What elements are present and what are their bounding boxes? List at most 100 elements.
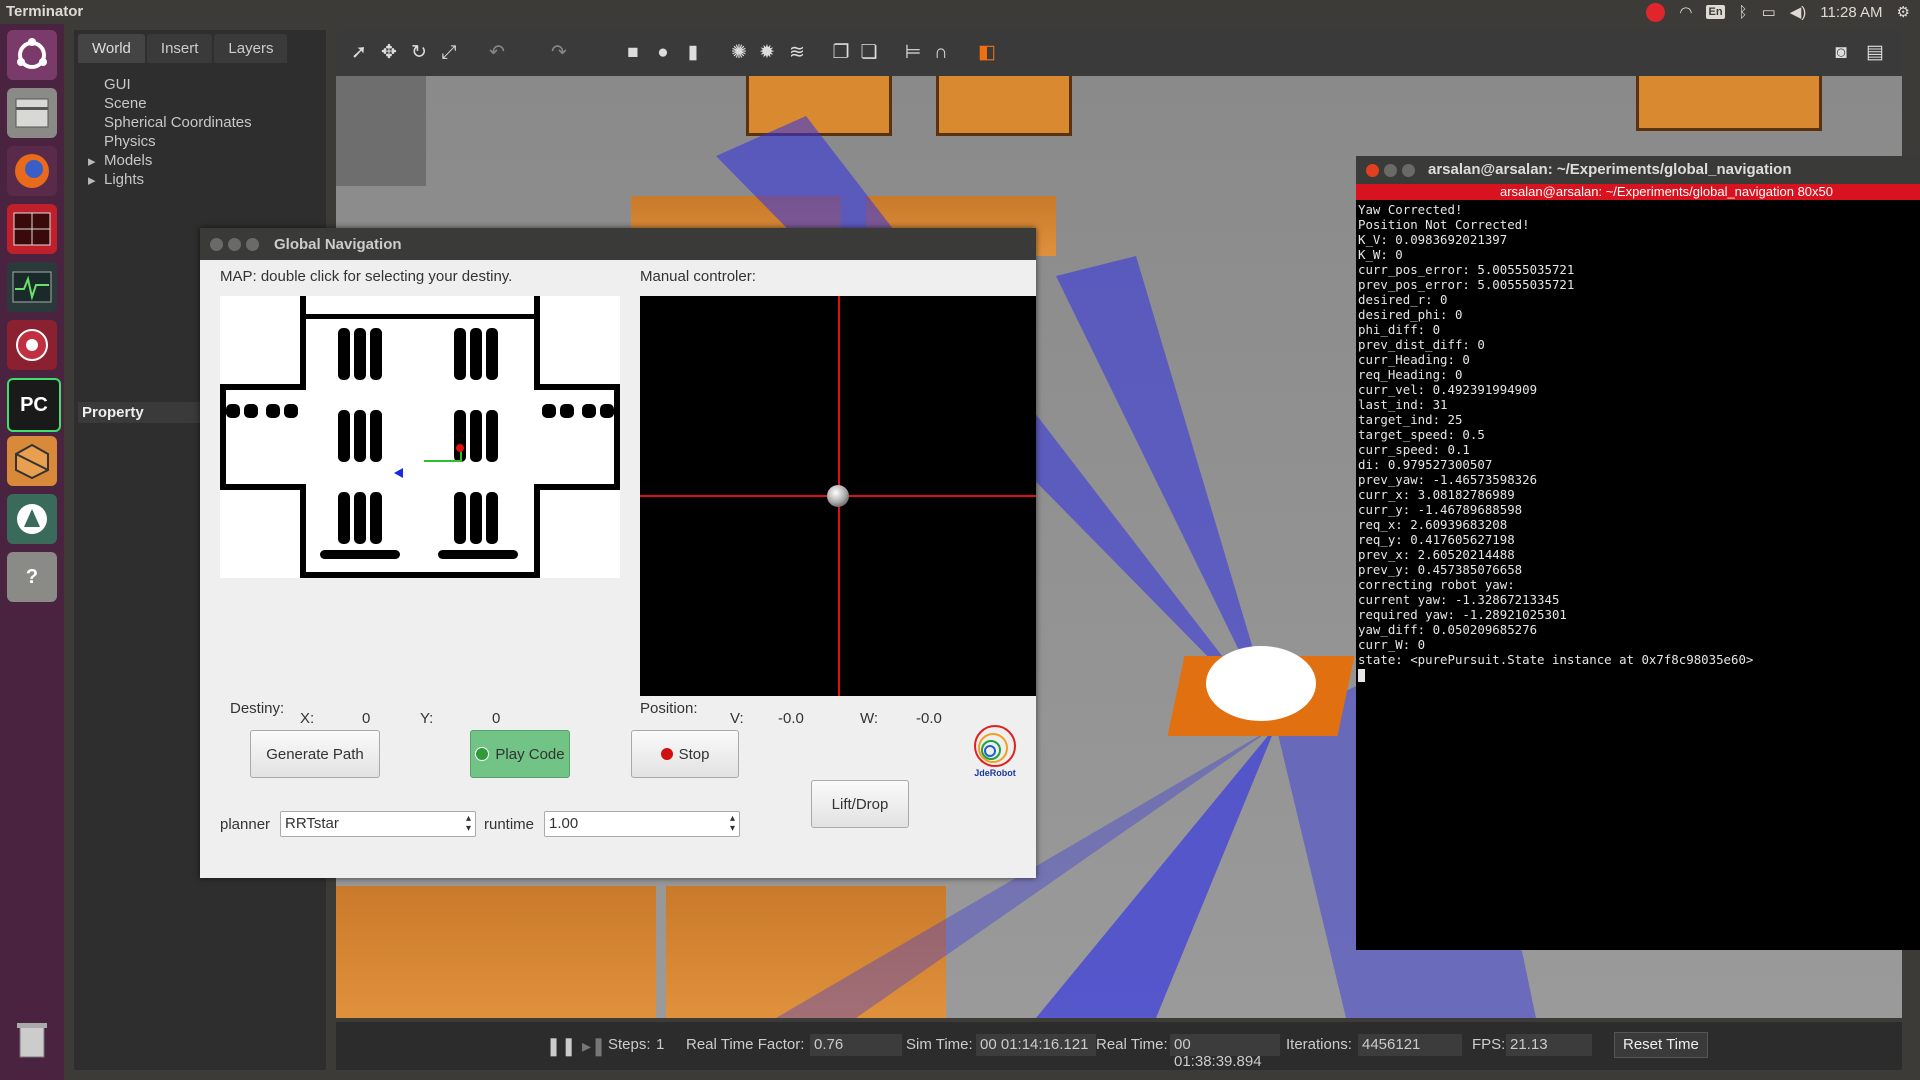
help-icon[interactable]: ? [7,552,57,602]
maximize-icon[interactable] [1402,164,1415,177]
tree-item-scene[interactable]: Scene [74,95,326,114]
terminal-window[interactable]: arsalan@arsalan: ~/Experiments/global_na… [1356,156,1920,950]
tab-layers[interactable]: Layers [214,34,288,63]
tree-item-spherical-coordinates[interactable]: Spherical Coordinates [74,114,326,133]
sphere-shape-icon[interactable]: ● [652,42,674,64]
battery-icon[interactable]: ▭ [1762,3,1776,21]
terminal-line: curr_Heading: 0 [1358,352,1470,367]
paste-icon[interactable]: ❏ [858,42,880,64]
terminal-line: di: 0.979527300507 [1358,457,1493,472]
terminal-line: prev_x: 2.60520214488 [1358,547,1515,562]
terminal-prompt-line [1358,667,1918,682]
minimize-icon[interactable] [228,238,241,251]
active-app-title: Terminator [6,3,84,20]
tree-item-gui[interactable]: GUI [74,76,326,95]
point-light-icon[interactable]: ✺ [728,42,750,64]
velocity-w-label: W: [860,710,879,727]
terminal-line: desired_r: 0 [1358,292,1448,307]
runtime-spinbox[interactable]: 1.00 ▴ ▾ [544,811,740,837]
gazebo-icon[interactable] [7,436,57,486]
jderobot-logo-text: JdeRobot [974,768,1016,778]
terminal-line: curr_x: 3.08182786989 [1358,487,1515,502]
steps-value[interactable]: 1 [656,1036,664,1053]
clock[interactable]: 11:28 AM [1820,4,1882,21]
stop-button[interactable]: Stop [631,730,739,778]
navigation-map[interactable] [220,296,620,578]
maximize-icon[interactable] [246,238,259,251]
spot-light-icon[interactable]: ✹ [756,42,778,64]
steps-label: Steps: [608,1036,651,1053]
robot-marker [394,468,403,478]
manual-controller-pad[interactable] [640,296,1036,696]
volume-icon[interactable]: ◀) [1790,3,1807,21]
trash-icon[interactable] [7,1014,57,1064]
generate-path-button[interactable]: Generate Path [250,730,380,778]
gnav-titlebar[interactable]: Global Navigation [200,228,1036,260]
tab-insert[interactable]: Insert [146,34,213,63]
sim-time-label: Sim Time: [906,1036,973,1053]
spin-arrows-icon[interactable]: ▴ ▾ [730,814,735,834]
keyboard-layout-indicator[interactable]: En [1706,5,1725,19]
snap-icon[interactable]: ∩ [930,42,952,64]
copy-icon[interactable]: ❐ [830,42,852,64]
jderobot-logo: JdeRobot [970,724,1020,780]
record-video-icon[interactable]: ▤ [1864,42,1886,64]
undo-icon[interactable]: ↶ [486,42,508,64]
redo-icon[interactable]: ↷ [548,42,570,64]
rtf-label: Real Time Factor: [686,1036,805,1053]
translate-mode-icon[interactable]: ✥ [378,42,400,64]
system-tray: ◠ En ᛒ ▭ ◀) 11:28 AM ⚙ [1646,0,1920,24]
files-icon[interactable] [7,88,57,138]
pycharm-icon[interactable]: PC [7,378,61,432]
rotate-mode-icon[interactable]: ↻ [408,42,430,64]
record-icon[interactable] [1646,2,1666,22]
terminator-icon[interactable] [7,204,57,254]
generate-path-label: Generate Path [266,745,364,763]
box-shape-icon[interactable]: ■ [622,42,644,64]
directional-light-icon[interactable]: ≋ [786,42,808,64]
system-monitor-icon[interactable] [7,262,57,312]
play-code-button[interactable]: Play Code [470,730,570,778]
scale-mode-icon[interactable]: ⤢ [438,42,460,64]
power-icon[interactable]: ⚙ [1897,3,1910,21]
terminal-line: correcting robot yaw: [1358,577,1515,592]
planner-select[interactable]: RRTstar ▴ ▾ [280,811,476,837]
terminal-line: curr_W: 0 [1358,637,1426,652]
terminal-titlebar[interactable]: arsalan@arsalan: ~/Experiments/global_na… [1356,156,1920,184]
lift-drop-label: Lift/Drop [831,795,889,813]
terminal-tab-bar[interactable]: arsalan@arsalan: ~/Experiments/global_na… [1356,184,1920,200]
align-icon[interactable]: ⊨ [902,42,924,64]
software-updater-icon[interactable] [7,494,57,544]
cylinder-shape-icon[interactable]: ▮ [682,42,704,64]
terminal-line: req_Heading: 0 [1358,367,1463,382]
iterations-label: Iterations: [1286,1036,1352,1053]
rviz-icon[interactable] [7,320,57,370]
close-icon[interactable] [210,238,223,251]
bluetooth-icon[interactable]: ᛒ [1739,4,1748,21]
joystick-handle[interactable] [827,485,849,507]
step-icon[interactable]: ▸❚ [582,1036,606,1057]
close-icon[interactable] [1366,164,1379,177]
minimize-icon[interactable] [1384,164,1397,177]
change-view-icon[interactable]: ◧ [976,42,998,64]
tree-item-lights[interactable]: Lights [74,171,326,190]
select-mode-icon[interactable]: ➚ [348,42,370,64]
ubuntu-dash-icon[interactable] [7,30,57,80]
reset-time-button[interactable]: Reset Time [1614,1032,1708,1058]
tree-item-physics[interactable]: Physics [74,133,326,152]
destiny-y-label: Y: [420,710,434,727]
iterations-value: 4456121 [1358,1034,1462,1056]
firefox-icon[interactable] [7,146,57,196]
velocity-v-label: V: [730,710,744,727]
tab-world[interactable]: World [78,34,145,63]
terminal-cursor [1358,669,1365,682]
terminal-line: K_V: 0.0983692021397 [1358,232,1508,247]
lift-drop-button[interactable]: Lift/Drop [811,780,909,828]
tree-item-models[interactable]: Models [74,152,326,171]
terminal-output[interactable]: Yaw Corrected! Position Not Corrected! K_V… [1358,202,1918,682]
pause-icon[interactable]: ❚❚ [546,1036,576,1057]
manual-controller-label: Manual controler: [640,268,756,285]
wifi-icon[interactable]: ◠ [1679,3,1692,21]
screenshot-icon[interactable]: ◙ [1830,42,1852,64]
runtime-value: 1.00 [549,815,579,832]
